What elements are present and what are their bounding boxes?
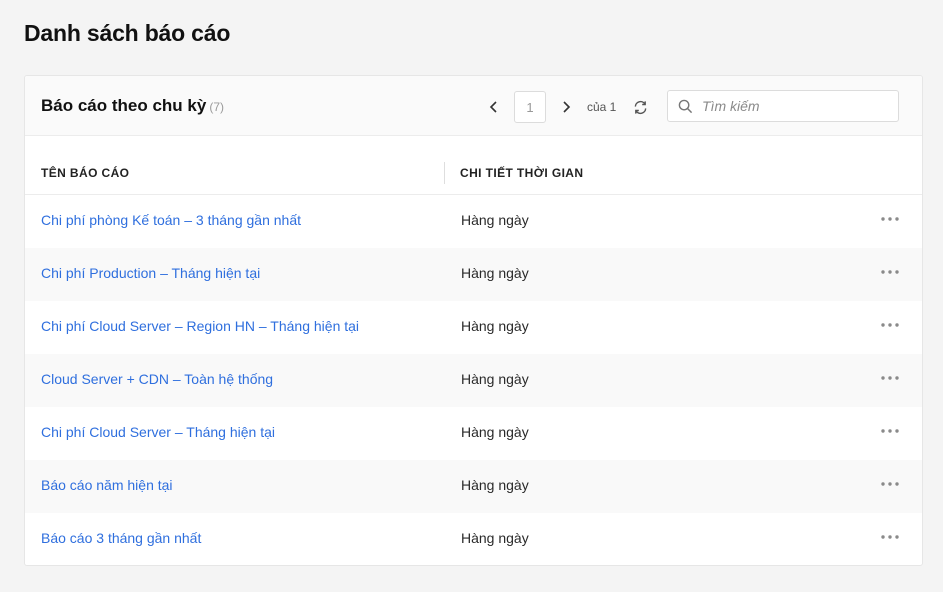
column-header-report-name[interactable]: TÊN BÁO CÁO <box>41 166 129 180</box>
refresh-icon <box>634 100 647 114</box>
report-name-link[interactable]: Báo cáo 3 tháng gần nhất <box>41 530 201 546</box>
table-body: Chi phí phòng Kế toán – 3 tháng gần nhất… <box>25 195 922 565</box>
more-horizontal-icon <box>881 323 899 327</box>
card-title-text: Báo cáo theo chu kỳ <box>41 96 207 115</box>
table-row: Báo cáo năm hiện tại Hàng ngày <box>25 460 922 513</box>
next-page-button[interactable] <box>555 91 577 123</box>
report-time-detail: Hàng ngày <box>461 212 529 228</box>
reports-card: Báo cáo theo chu kỳ(7) của 1 <box>24 75 923 566</box>
report-time-detail: Hàng ngày <box>461 530 529 546</box>
more-horizontal-icon <box>881 482 899 486</box>
more-horizontal-icon <box>881 429 899 433</box>
report-name-link[interactable]: Báo cáo năm hiện tại <box>41 477 173 493</box>
row-actions-button[interactable] <box>878 262 902 282</box>
search-input[interactable] <box>702 98 892 114</box>
report-time-detail: Hàng ngày <box>461 318 529 334</box>
row-actions-button[interactable] <box>878 368 902 388</box>
table-row: Chi phí Cloud Server – Tháng hiện tại Hà… <box>25 407 922 460</box>
table-row: Chi phí phòng Kế toán – 3 tháng gần nhất… <box>25 195 922 248</box>
page-number-input[interactable] <box>514 91 546 123</box>
column-divider[interactable] <box>444 162 445 184</box>
chevron-right-icon <box>563 101 571 113</box>
more-horizontal-icon <box>881 217 899 221</box>
table-row: Cloud Server + CDN – Toàn hệ thống Hàng … <box>25 354 922 407</box>
report-time-detail: Hàng ngày <box>461 424 529 440</box>
card-title: Báo cáo theo chu kỳ (7) <box>41 96 224 116</box>
report-name-link[interactable]: Chi phí phòng Kế toán – 3 tháng gần nhất <box>41 212 301 228</box>
chevron-left-icon <box>489 101 497 113</box>
table-header: TÊN BÁO CÁO CHI TIẾT THỜI GIAN <box>25 136 922 195</box>
report-time-detail: Hàng ngày <box>461 477 529 493</box>
pagination: của 1 <box>483 91 650 123</box>
report-name-link[interactable]: Chi phí Cloud Server – Tháng hiện tại <box>41 424 275 440</box>
report-name-link[interactable]: Chi phí Production – Tháng hiện tại <box>41 265 260 281</box>
page-title: Danh sách báo cáo <box>24 20 231 46</box>
report-count: (7) <box>209 100 224 114</box>
report-time-detail: Hàng ngày <box>461 371 529 387</box>
search-icon <box>668 99 702 114</box>
column-header-time-detail[interactable]: CHI TIẾT THỜI GIAN <box>460 166 583 180</box>
report-time-detail: Hàng ngày <box>461 265 529 281</box>
card-header: Báo cáo theo chu kỳ(7) của 1 <box>25 76 922 136</box>
refresh-button[interactable] <box>630 97 650 117</box>
prev-page-button[interactable] <box>483 91 505 123</box>
row-actions-button[interactable] <box>878 209 902 229</box>
row-actions-button[interactable] <box>878 315 902 335</box>
more-horizontal-icon <box>881 270 899 274</box>
row-actions-button[interactable] <box>878 474 902 494</box>
more-horizontal-icon <box>881 535 899 539</box>
page-total-label: của 1 <box>587 100 617 114</box>
search-box <box>667 90 899 122</box>
table-row: Chi phí Cloud Server – Region HN – Tháng… <box>25 301 922 354</box>
report-name-link[interactable]: Cloud Server + CDN – Toàn hệ thống <box>41 371 273 387</box>
row-actions-button[interactable] <box>878 421 902 441</box>
more-horizontal-icon <box>881 376 899 380</box>
table-row: Báo cáo 3 tháng gần nhất Hàng ngày <box>25 513 922 565</box>
report-name-link[interactable]: Chi phí Cloud Server – Region HN – Tháng… <box>41 318 359 334</box>
row-actions-button[interactable] <box>878 527 902 547</box>
table-row: Chi phí Production – Tháng hiện tại Hàng… <box>25 248 922 301</box>
